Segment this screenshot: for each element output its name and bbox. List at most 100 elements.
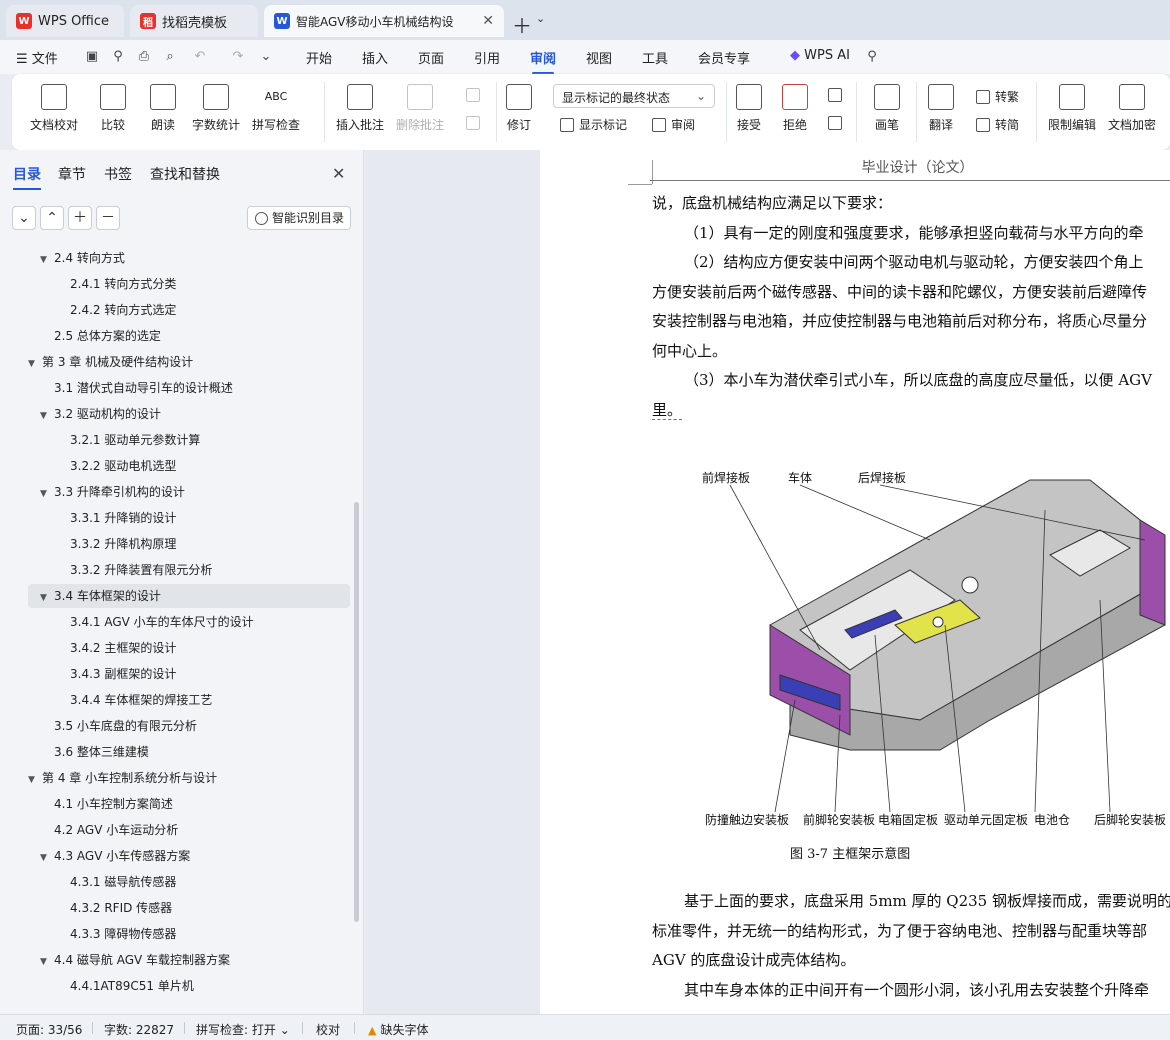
search-icon[interactable]: ⚲: [864, 49, 880, 65]
accept-button[interactable]: 接受: [736, 84, 762, 133]
review-pane-button[interactable]: 审阅: [652, 116, 695, 133]
toc-item[interactable]: 4.2 AGV 小车运动分析: [28, 818, 350, 842]
nav-tab-chapters[interactable]: 章节: [58, 164, 86, 184]
menu-tools[interactable]: 工具: [642, 48, 668, 67]
doc-encrypt-button[interactable]: 文档加密: [1108, 84, 1156, 133]
tab-current-document[interactable]: W 智能AGV移动小车机械结构设 ✕: [264, 5, 504, 37]
new-tab-plus-icon[interactable]: ＋: [512, 10, 532, 39]
close-icon[interactable]: ✕: [332, 164, 345, 183]
toc-item[interactable]: ▼ 4.4 磁导航 AGV 车载控制器方案: [28, 948, 350, 972]
wps-ai-button[interactable]: ◆ WPS AI: [790, 48, 850, 63]
toc-item[interactable]: 3.3.2 升降机构原理: [28, 532, 350, 556]
minus-icon[interactable]: －: [96, 206, 120, 230]
next-change-button[interactable]: [828, 116, 847, 130]
expand-triangle-icon[interactable]: ▼: [40, 404, 54, 428]
read-aloud-button[interactable]: 朗读: [150, 84, 176, 133]
page-indicator[interactable]: 页面: 33/56: [16, 1021, 82, 1038]
word-count-indicator[interactable]: 字数: 22827: [104, 1021, 174, 1038]
expand-triangle-icon[interactable]: ▼: [40, 586, 54, 610]
to-traditional-button[interactable]: 转繁: [976, 88, 1019, 105]
spell-check-button[interactable]: ABC 拼写检查: [252, 84, 300, 133]
toc-item[interactable]: 4.3.1 磁导航传感器: [28, 870, 350, 894]
toc-item[interactable]: 3.1 潜伏式自动导引车的设计概述: [28, 376, 350, 400]
expand-triangle-icon[interactable]: ▼: [40, 846, 54, 870]
menu-references[interactable]: 引用: [474, 48, 500, 67]
toc-item[interactable]: ▼ 第 3 章 机械及硬件结构设计: [28, 350, 350, 374]
prev-change-button[interactable]: [828, 88, 847, 102]
toc-item[interactable]: ▼ 3.2 驱动机构的设计: [28, 402, 350, 426]
toc-item[interactable]: 2.5 总体方案的选定: [28, 324, 350, 348]
toc-item[interactable]: 2.4.2 转向方式选定: [28, 298, 350, 322]
toc-item[interactable]: 3.2.2 驱动电机选型: [28, 454, 350, 478]
next-comment-button[interactable]: [466, 116, 485, 130]
expand-triangle-icon[interactable]: ▼: [40, 248, 54, 272]
toc-item[interactable]: ▼ 第 4 章 小车控制系统分析与设计: [28, 766, 350, 790]
close-icon[interactable]: ✕: [482, 13, 494, 29]
toc-item[interactable]: 3.4.2 主框架的设计: [28, 636, 350, 660]
show-markup-button[interactable]: 显示标记: [560, 116, 627, 133]
toc-item[interactable]: 3.3.1 升降销的设计: [28, 506, 350, 530]
toc-item[interactable]: 3.4.1 AGV 小车的车体尺寸的设计: [28, 610, 350, 634]
tab-wps-office[interactable]: W WPS Office: [6, 5, 124, 37]
menu-home[interactable]: 开始: [306, 48, 332, 67]
toc-item[interactable]: ▼ 3.4 车体框架的设计: [28, 584, 350, 608]
toc-item[interactable]: 4.1 小车控制方案简述: [28, 792, 350, 816]
expand-triangle-icon[interactable]: ▼: [28, 768, 42, 792]
doc-check-button[interactable]: 文档校对: [30, 84, 78, 133]
prev-comment-button[interactable]: [466, 88, 485, 102]
file-menu[interactable]: ☰ 文件: [16, 48, 58, 67]
smart-toc-button[interactable]: 智能识别目录: [247, 206, 351, 230]
redo-icon[interactable]: ↷: [230, 49, 246, 65]
nav-tab-find-replace[interactable]: 查找和替换: [150, 164, 220, 184]
restrict-edit-button[interactable]: 限制编辑: [1048, 84, 1096, 133]
proofread-button[interactable]: 校对: [316, 1021, 340, 1038]
save-icon[interactable]: ▣: [84, 49, 100, 65]
toc-item[interactable]: 2.4.1 转向方式分类: [28, 272, 350, 296]
track-changes-button[interactable]: 修订: [506, 84, 532, 133]
menu-review[interactable]: 审阅: [530, 48, 556, 75]
insert-comment-button[interactable]: 插入批注: [336, 84, 384, 133]
toc-scrollbar[interactable]: [354, 502, 359, 922]
expand-triangle-icon[interactable]: ▼: [28, 352, 42, 376]
toc-item[interactable]: 4.3.3 障碍物传感器: [28, 922, 350, 946]
toc-item[interactable]: 3.2.1 驱动单元参数计算: [28, 428, 350, 452]
compare-button[interactable]: 比较: [100, 84, 126, 133]
nav-tab-bookmarks[interactable]: 书签: [104, 164, 132, 184]
plus-icon[interactable]: ＋: [68, 206, 92, 230]
translate-button[interactable]: 翻译: [928, 84, 954, 133]
expand-triangle-icon[interactable]: ▼: [40, 950, 54, 974]
spell-check-status[interactable]: 拼写检查: 打开 ⌄: [196, 1021, 290, 1038]
reject-button[interactable]: 拒绝: [782, 84, 808, 133]
markup-state-select[interactable]: 显示标记的最终状态 ⌄: [553, 84, 715, 108]
pen-button[interactable]: 画笔: [874, 84, 900, 133]
document-page[interactable]: 毕业设计（论文） 说，底盘机械结构应满足以下要求： （1）具有一定的刚度和强度要求…: [540, 150, 1170, 1014]
menu-insert[interactable]: 插入: [362, 48, 388, 67]
nav-tab-toc[interactable]: 目录: [13, 164, 41, 190]
menu-member[interactable]: 会员专享: [698, 48, 750, 67]
chevron-up-icon[interactable]: ⌃: [40, 206, 64, 230]
missing-font-button[interactable]: ▲ 缺失字体: [368, 1021, 428, 1038]
expand-triangle-icon[interactable]: ▼: [40, 482, 54, 506]
link-icon[interactable]: ⚲: [110, 49, 126, 65]
print-icon[interactable]: ⎙: [136, 49, 152, 65]
toc-item[interactable]: ▼ 2.4 转向方式: [28, 246, 350, 270]
menu-page[interactable]: 页面: [418, 48, 444, 67]
toc-item[interactable]: 3.3.2 升降装置有限元分析: [28, 558, 350, 582]
tab-docer-templates[interactable]: 稻 找稻壳模板: [130, 5, 258, 37]
menu-view[interactable]: 视图: [586, 48, 612, 67]
undo-icon[interactable]: ↶: [192, 49, 208, 65]
toc-item[interactable]: 4.3.2 RFID 传感器: [28, 896, 350, 920]
chevron-down-icon[interactable]: ⌄: [536, 12, 545, 25]
to-simplified-button[interactable]: 转简: [976, 116, 1019, 133]
toc-item[interactable]: ▼ 4.3 AGV 小车传感器方案: [28, 844, 350, 868]
print-preview-icon[interactable]: ⌕: [162, 49, 178, 65]
word-count-button[interactable]: 字数统计: [192, 84, 240, 133]
toc-item[interactable]: 3.4.3 副框架的设计: [28, 662, 350, 686]
toc-item[interactable]: 4.4.1AT89C51 单片机: [28, 974, 350, 998]
chevron-down-icon[interactable]: ⌄: [258, 49, 274, 65]
toc-item[interactable]: 3.5 小车底盘的有限元分析: [28, 714, 350, 738]
collapse-chevron-down-icon[interactable]: ⌄: [12, 206, 36, 230]
toc-item[interactable]: 3.6 整体三维建模: [28, 740, 350, 764]
delete-comment-button[interactable]: 删除批注: [396, 84, 444, 133]
toc-item[interactable]: ▼ 3.3 升降牵引机构的设计: [28, 480, 350, 504]
